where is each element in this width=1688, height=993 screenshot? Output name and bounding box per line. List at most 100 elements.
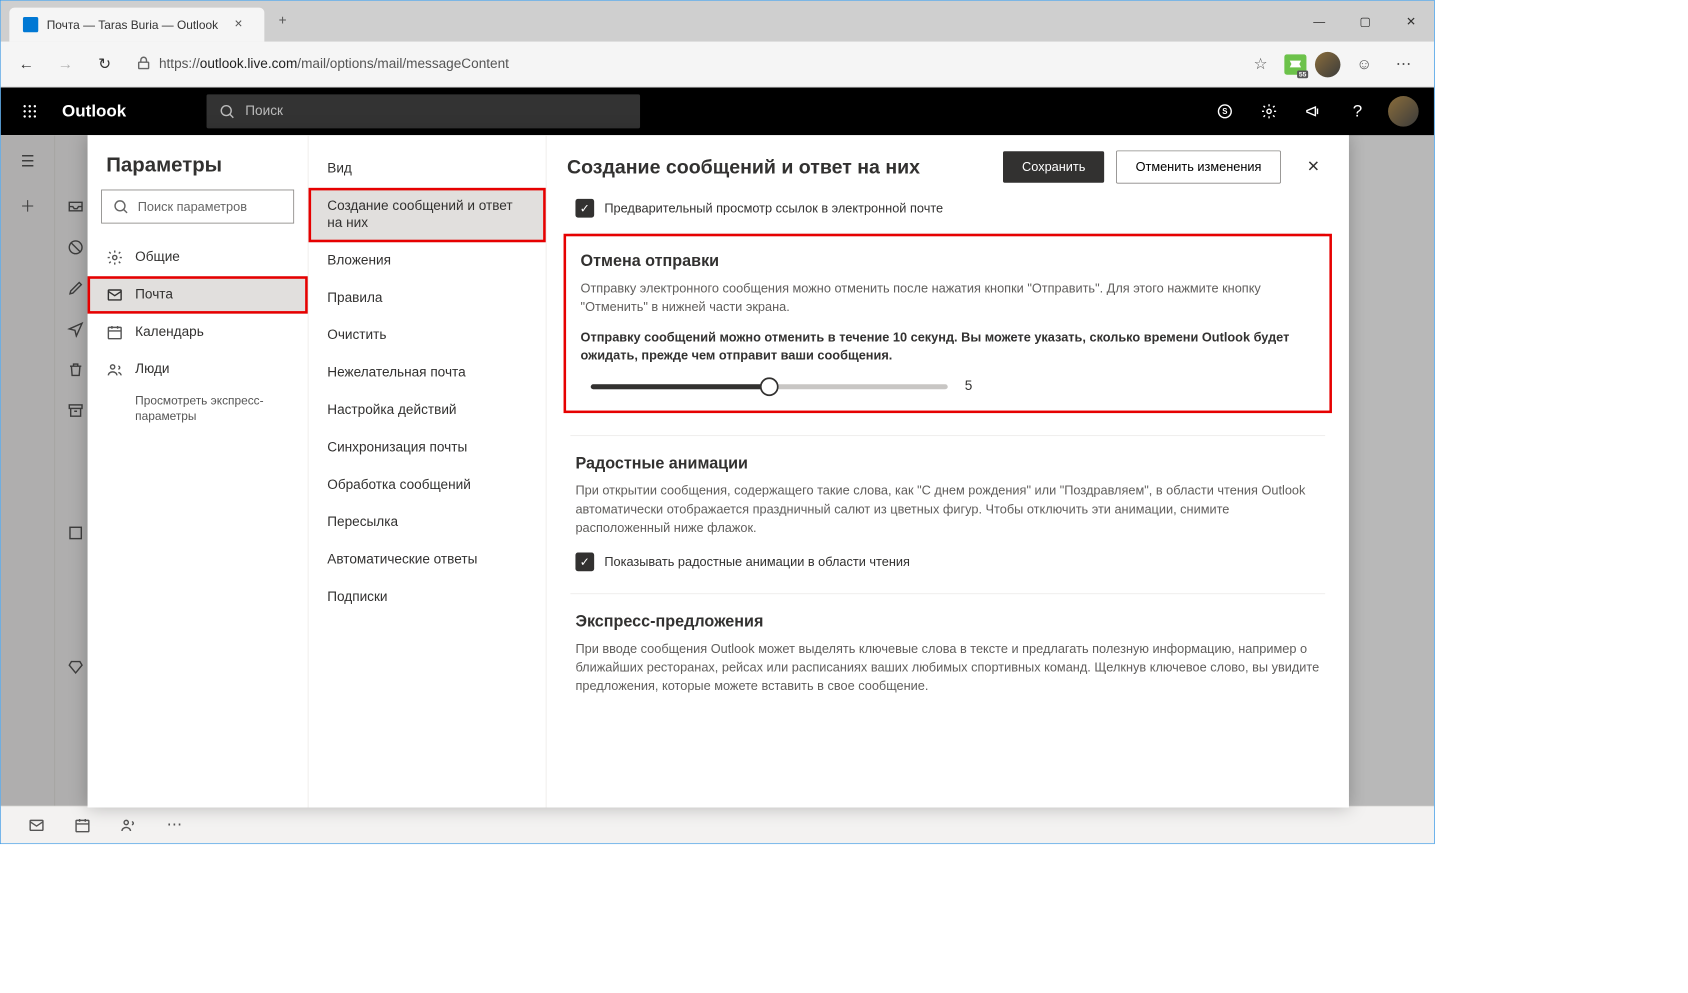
mail-icon bbox=[106, 286, 123, 303]
section-title: Экспресс-предложения bbox=[575, 613, 1320, 632]
browser-tab[interactable]: Почта — Taras Buria — Outlook × bbox=[9, 8, 264, 42]
tab-strip: Почта — Taras Buria — Outlook × + — ▢ ✕ bbox=[1, 1, 1434, 42]
settings-search-input[interactable]: Поиск параметров bbox=[101, 190, 294, 224]
subnav-forwarding[interactable]: Пересылка bbox=[309, 504, 546, 541]
brand-label[interactable]: Outlook bbox=[50, 102, 138, 122]
settings-modal: Параметры Поиск параметров Общие Почта К… bbox=[88, 135, 1349, 807]
megaphone-icon[interactable] bbox=[1293, 88, 1334, 136]
link-preview-option[interactable]: ✓ Предварительный просмотр ссылок в элек… bbox=[570, 192, 1325, 233]
extension-count: 55 bbox=[1297, 70, 1308, 78]
url-path: /mail/options/mail/messageContent bbox=[297, 57, 509, 71]
outlook-header: Outlook Поиск S ? bbox=[1, 88, 1434, 136]
quick-settings-link[interactable]: Просмотреть экспресс-параметры bbox=[88, 388, 308, 428]
subnav-view[interactable]: Вид bbox=[309, 150, 546, 187]
mail-module-icon[interactable] bbox=[16, 806, 57, 843]
subnav-rules[interactable]: Правила bbox=[309, 280, 546, 317]
subnav-autoreply[interactable]: Автоматические ответы bbox=[309, 541, 546, 578]
account-avatar-icon[interactable] bbox=[1388, 96, 1419, 127]
svg-text:S: S bbox=[1222, 107, 1227, 116]
category-label: Календарь bbox=[135, 325, 204, 340]
people-icon bbox=[106, 361, 123, 378]
feedback-icon[interactable]: ☺ bbox=[1349, 49, 1380, 80]
subnav-junk[interactable]: Нежелательная почта bbox=[309, 354, 546, 391]
forward-button: → bbox=[48, 47, 82, 81]
close-window-button[interactable]: ✕ bbox=[1388, 4, 1434, 38]
slider-track[interactable] bbox=[591, 384, 948, 389]
slider-thumb[interactable] bbox=[760, 377, 779, 396]
category-mail[interactable]: Почта bbox=[88, 276, 308, 313]
subnav-actions[interactable]: Настройка действий bbox=[309, 392, 546, 429]
undo-send-slider[interactable]: 5 bbox=[581, 376, 1315, 395]
slider-value: 5 bbox=[965, 379, 973, 394]
cancel-button[interactable]: Отменить изменения bbox=[1116, 150, 1281, 183]
joyful-animations-section: Радостные анимации При открытии сообщени… bbox=[570, 435, 1325, 593]
maximize-window-button[interactable]: ▢ bbox=[1342, 4, 1388, 38]
profile-avatar-icon[interactable] bbox=[1315, 51, 1341, 77]
close-tab-icon[interactable]: × bbox=[227, 13, 251, 37]
checkbox-label: Предварительный просмотр ссылок в электр… bbox=[604, 201, 943, 215]
settings-pane: Создание сообщений и ответ на них Сохран… bbox=[547, 135, 1349, 807]
settings-gear-icon[interactable] bbox=[1249, 88, 1290, 136]
people-module-icon[interactable] bbox=[108, 806, 149, 843]
checkbox-checked-icon[interactable]: ✓ bbox=[575, 553, 594, 572]
favorite-icon[interactable]: ☆ bbox=[1245, 49, 1276, 80]
window-controls: — ▢ ✕ bbox=[1296, 4, 1434, 38]
subnav-sync[interactable]: Синхронизация почты bbox=[309, 429, 546, 466]
close-modal-button[interactable]: ✕ bbox=[1298, 152, 1329, 183]
settings-categories: Параметры Поиск параметров Общие Почта К… bbox=[88, 135, 309, 807]
back-button[interactable]: ← bbox=[9, 47, 43, 81]
subnav-subscriptions[interactable]: Подписки bbox=[309, 579, 546, 616]
skype-icon[interactable]: S bbox=[1204, 88, 1245, 136]
category-people[interactable]: Люди bbox=[88, 351, 308, 388]
address-bar: ← → ↻ https://outlook.live.com/mail/opti… bbox=[1, 42, 1434, 88]
category-calendar[interactable]: Календарь bbox=[88, 314, 308, 351]
more-modules-icon[interactable]: ⋯ bbox=[154, 806, 195, 843]
subnav-compose[interactable]: Создание сообщений и ответ на них bbox=[309, 188, 546, 242]
slider-fill bbox=[591, 384, 770, 389]
browser-chrome: Почта — Taras Buria — Outlook × + — ▢ ✕ … bbox=[1, 1, 1434, 88]
pane-body: ✓ Предварительный просмотр ссылок в элек… bbox=[547, 192, 1349, 807]
help-icon[interactable]: ? bbox=[1337, 88, 1378, 136]
search-input[interactable]: Поиск bbox=[206, 94, 640, 128]
pane-header: Создание сообщений и ответ на них Сохран… bbox=[547, 135, 1349, 192]
refresh-button[interactable]: ↻ bbox=[88, 47, 122, 81]
gear-icon bbox=[106, 249, 123, 266]
search-icon bbox=[218, 103, 235, 120]
lock-icon bbox=[135, 54, 152, 74]
app-launcher-button[interactable] bbox=[9, 104, 50, 119]
extension-badge[interactable]: 55 bbox=[1284, 54, 1306, 74]
search-placeholder: Поиск параметров bbox=[138, 199, 247, 213]
section-desc: При вводе сообщения Outlook может выделя… bbox=[575, 640, 1320, 695]
new-tab-button[interactable]: + bbox=[271, 9, 295, 33]
highlight-box: Отмена отправки Отправку электронного со… bbox=[564, 234, 1332, 413]
app-body: ☰ ＋ Вх Не Чк О Уд Ар Re bbox=[1, 135, 1434, 806]
section-desc: Отправку электронного сообщения можно от… bbox=[581, 280, 1315, 317]
section-strong: Отправку сообщений можно отменить в тече… bbox=[581, 329, 1315, 366]
tab-title: Почта — Taras Buria — Outlook bbox=[47, 18, 218, 32]
url-text: https://outlook.live.com/mail/options/ma… bbox=[159, 57, 509, 72]
section-title: Радостные анимации bbox=[575, 455, 1320, 474]
search-icon bbox=[112, 198, 129, 215]
subnav-handling[interactable]: Обработка сообщений bbox=[309, 467, 546, 504]
undo-send-section: Отмена отправки Отправку электронного со… bbox=[570, 233, 1325, 435]
url-host: outlook.live.com bbox=[200, 57, 298, 71]
section-title: Отмена отправки bbox=[581, 252, 1315, 271]
checkbox-checked-icon[interactable]: ✓ bbox=[575, 199, 594, 218]
save-button[interactable]: Сохранить bbox=[1003, 151, 1104, 182]
minimize-window-button[interactable]: — bbox=[1296, 4, 1342, 38]
url-field[interactable]: https://outlook.live.com/mail/options/ma… bbox=[127, 49, 1234, 80]
checkbox-label: Показывать радостные анимации в области … bbox=[604, 555, 910, 569]
url-prefix: https:// bbox=[159, 57, 200, 71]
more-menu-icon[interactable]: ⋯ bbox=[1388, 49, 1419, 80]
search-placeholder: Поиск bbox=[245, 104, 283, 119]
subnav-sweep[interactable]: Очистить bbox=[309, 317, 546, 354]
calendar-module-icon[interactable] bbox=[62, 806, 103, 843]
settings-subnav: Вид Создание сообщений и ответ на них Вл… bbox=[309, 135, 547, 807]
joyful-option[interactable]: ✓ Показывать радостные анимации в област… bbox=[575, 549, 1320, 571]
settings-title: Параметры bbox=[88, 147, 308, 190]
category-general[interactable]: Общие bbox=[88, 239, 308, 276]
waffle-icon bbox=[22, 104, 37, 119]
subnav-attachments[interactable]: Вложения bbox=[309, 242, 546, 279]
outlook-favicon bbox=[23, 17, 38, 32]
calendar-icon bbox=[106, 324, 123, 341]
